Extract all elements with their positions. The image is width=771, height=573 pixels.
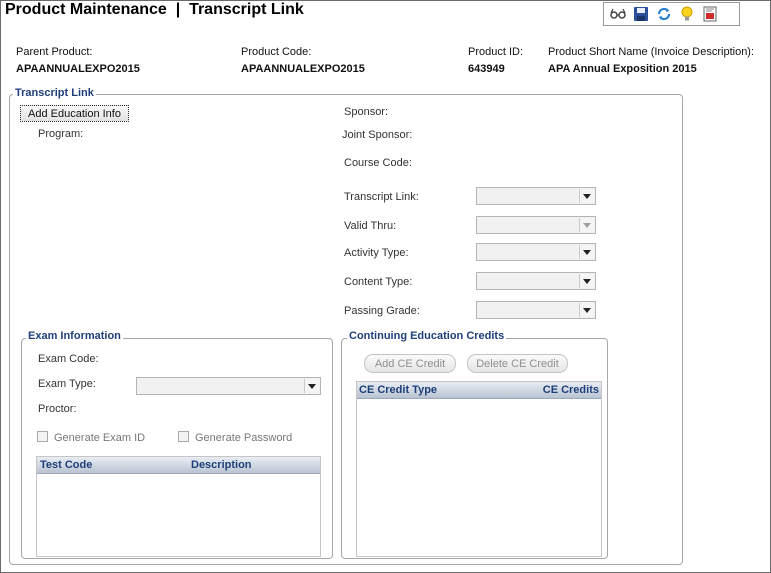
chevron-down-icon xyxy=(579,303,594,317)
exam-type-dropdown[interactable] xyxy=(136,377,321,395)
generate-password-checkbox[interactable] xyxy=(178,431,189,442)
parent-product-label: Parent Product: xyxy=(16,46,93,58)
exam-code-label: Exam Code: xyxy=(38,353,99,365)
activity-type-dropdown[interactable] xyxy=(476,243,596,261)
glasses-icon[interactable] xyxy=(608,4,628,24)
ce-credits-column-header[interactable]: CE Credits xyxy=(543,384,599,396)
sponsor-label: Sponsor: xyxy=(344,106,389,118)
program-label: Program: xyxy=(38,128,84,140)
content-type-dropdown[interactable] xyxy=(476,272,596,290)
product-short-name-value: APA Annual Exposition 2015 xyxy=(548,63,697,75)
page-title: Product Maintenance | Transcript Link xyxy=(5,1,304,18)
chevron-down-icon xyxy=(579,245,594,259)
activity-type-label: Activity Type: xyxy=(344,247,409,259)
proctor-label: Proctor: xyxy=(38,403,77,415)
test-code-column-header[interactable]: Test Code xyxy=(40,459,92,471)
description-column-header[interactable]: Description xyxy=(191,459,252,471)
valid-thru-dropdown[interactable] xyxy=(476,216,596,234)
chevron-down-icon xyxy=(579,218,594,232)
chevron-down-icon xyxy=(304,379,319,393)
transcript-link-label: Transcript Link: xyxy=(344,191,419,203)
refresh-icon[interactable] xyxy=(654,4,674,24)
add-ce-credit-button[interactable]: Add CE Credit xyxy=(364,354,456,373)
transcript-link-dropdown[interactable] xyxy=(476,187,596,205)
transcript-link-legend: Transcript Link xyxy=(13,87,96,99)
continuing-education-credits-legend: Continuing Education Credits xyxy=(347,330,507,342)
lightbulb-icon[interactable] xyxy=(677,4,697,24)
product-id-value: 643949 xyxy=(468,63,505,75)
add-education-info-button[interactable]: Add Education Info xyxy=(20,105,129,122)
delete-ce-credit-button[interactable]: Delete CE Credit xyxy=(467,354,568,373)
joint-sponsor-label: Joint Sponsor: xyxy=(342,129,413,141)
test-code-grid-header: Test Code Description xyxy=(37,457,320,474)
product-code-value: APAANNUALEXPO2015 xyxy=(241,63,365,75)
passing-grade-dropdown[interactable] xyxy=(476,301,596,319)
generate-exam-id-label: Generate Exam ID xyxy=(54,432,146,444)
ce-credit-type-column-header[interactable]: CE Credit Type xyxy=(359,384,437,396)
product-code-label: Product Code: xyxy=(241,46,312,58)
exam-type-label: Exam Type: xyxy=(38,378,96,390)
test-code-grid[interactable]: Test Code Description xyxy=(36,456,321,557)
exam-information-legend: Exam Information xyxy=(26,330,123,342)
toolbar xyxy=(603,2,740,26)
chevron-down-icon xyxy=(579,189,594,203)
product-short-name-label: Product Short Name (Invoice Description)… xyxy=(548,46,755,58)
passing-grade-label: Passing Grade: xyxy=(344,305,420,317)
generate-password-label: Generate Password xyxy=(195,432,293,444)
course-code-label: Course Code: xyxy=(344,157,412,169)
parent-product-value: APAANNUALEXPO2015 xyxy=(16,63,140,75)
ce-credit-grid-header: CE Credit Type CE Credits xyxy=(357,382,601,399)
chevron-down-icon xyxy=(579,274,594,288)
ce-credit-grid[interactable]: CE Credit Type CE Credits xyxy=(356,381,602,557)
generate-exam-id-checkbox[interactable] xyxy=(37,431,48,442)
save-icon[interactable] xyxy=(631,4,651,24)
product-id-label: Product ID: xyxy=(468,46,524,58)
valid-thru-label: Valid Thru: xyxy=(344,220,397,232)
content-type-label: Content Type: xyxy=(344,276,413,288)
report-icon[interactable] xyxy=(700,4,720,24)
